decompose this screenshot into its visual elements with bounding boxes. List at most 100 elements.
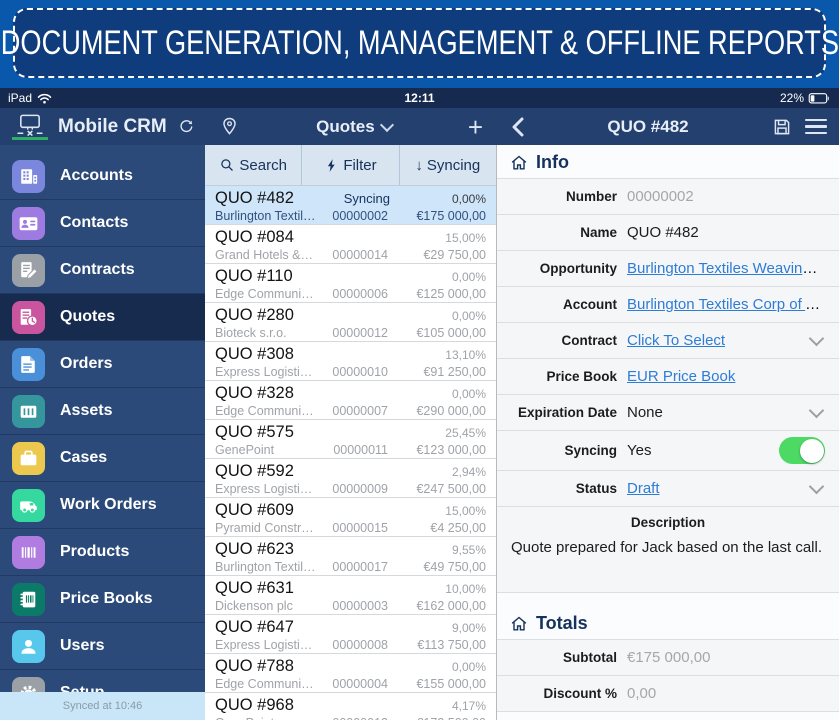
sidebar-item-label: Cases <box>60 449 108 466</box>
sidebar-item-users[interactable]: Users <box>0 623 205 670</box>
promo-banner-title: DOCUMENT GENERATION, MANAGEMENT & OFFLIN… <box>0 23 839 62</box>
field-description[interactable]: Description Quote prepared for Jack base… <box>497 507 839 593</box>
quote-row[interactable]: QUO #3280,00% Edge Communications0000000… <box>205 381 496 420</box>
location-pin-icon[interactable] <box>219 115 240 138</box>
field-discount[interactable]: Discount % 0,00 <box>497 676 839 712</box>
menu-icon[interactable] <box>805 118 827 135</box>
search-icon <box>221 159 234 171</box>
sidebar-item-label: Contracts <box>60 261 135 278</box>
quotes-list-panel: Search Filter ↓ Syncing QUO #482 Syncing 0… <box>205 145 497 720</box>
totals-heading: Totals <box>536 613 588 633</box>
main-area: Accounts Contacts Contracts Quotes Order… <box>0 145 839 720</box>
field-account: Account Burlington Textiles Corp of Amer… <box>497 287 839 323</box>
sidebar-item-orders[interactable]: Orders <box>0 341 205 388</box>
sidebar-item-label: Quotes <box>60 308 116 325</box>
battery-icon <box>808 92 829 103</box>
quote-row[interactable]: QUO #5922,94% Express Logistics and Tran… <box>205 459 496 498</box>
sidebar: Accounts Contacts Contracts Quotes Order… <box>0 145 205 720</box>
quote-row[interactable]: QUO #280 0,00% Bioteck s.r.o. 00000012 €105… <box>205 303 496 342</box>
syncing-sort-button[interactable]: ↓ Syncing <box>400 145 496 185</box>
syncing-badge: Syncing <box>343 191 390 206</box>
chevron-down-icon <box>379 117 394 132</box>
contracts-icon <box>12 253 45 287</box>
module-switcher[interactable]: Quotes <box>240 117 468 137</box>
home-icon <box>511 616 527 631</box>
contract-link[interactable]: Click To Select <box>627 332 725 349</box>
nav-detail-section: QUO #482 <box>497 108 839 145</box>
filter-button[interactable]: Filter <box>302 145 400 185</box>
assets-icon <box>12 394 45 428</box>
status-link[interactable]: Draft <box>627 480 660 497</box>
back-icon[interactable] <box>509 115 525 139</box>
opportunity-link[interactable]: Burlington Textiles Weaving Plant… <box>627 260 825 277</box>
battery-percent: 22% <box>779 91 804 105</box>
quote-row[interactable]: QUO #30813,10% Express Logistics and Tra… <box>205 342 496 381</box>
quote-row[interactable]: QUO #60915,00% Pyramid Construction Inc.… <box>205 498 496 537</box>
sidebar-item-contracts[interactable]: Contracts <box>0 247 205 294</box>
save-icon[interactable] <box>771 116 793 138</box>
accounts-icon <box>12 159 45 193</box>
nav-bar: Mobile CRM Quotes + QUO #482 <box>0 108 839 145</box>
sidebar-item-price-books[interactable]: Price Books <box>0 576 205 623</box>
lightning-icon <box>328 158 335 172</box>
sidebar-item-work-orders[interactable]: Work Orders <box>0 482 205 529</box>
sidebar-item-products[interactable]: Products <box>0 529 205 576</box>
users-icon <box>12 629 45 663</box>
sidebar-item-accounts[interactable]: Accounts <box>0 153 205 200</box>
sidebar-item-quotes[interactable]: Quotes <box>0 294 205 341</box>
quote-row[interactable]: QUO #08415,00% Grand Hotels & Resorts Lt… <box>205 225 496 264</box>
nav-list-section: Quotes + <box>205 108 497 145</box>
quote-detail-panel: Info Number 00000002 Name QUO #482 Oppor… <box>497 145 839 720</box>
field-syncing: Syncing Yes <box>497 431 839 471</box>
field-subtotal: Subtotal €175 000,00 <box>497 640 839 676</box>
syncing-toggle[interactable] <box>779 437 825 464</box>
sync-status-text: Synced at 10:46 <box>62 700 143 712</box>
cases-icon <box>12 441 45 475</box>
refresh-icon[interactable] <box>177 116 195 138</box>
sidebar-item-label: Assets <box>60 402 113 419</box>
quote-row[interactable]: QUO #9684,17% GenePoint00000013€173 500,… <box>205 693 496 720</box>
orders-icon <box>12 347 45 381</box>
quote-row[interactable]: QUO #575 25,45% GenePoint 00000011 €123 000… <box>205 420 496 459</box>
add-quote-button[interactable]: + <box>468 114 483 140</box>
field-name[interactable]: Name QUO #482 <box>497 215 839 251</box>
info-section-header: Info <box>497 145 839 178</box>
online-indicator <box>12 136 48 140</box>
list-toolbar: Search Filter ↓ Syncing <box>205 145 496 186</box>
search-button[interactable]: Search <box>205 145 303 185</box>
sidebar-item-contacts[interactable]: Contacts <box>0 200 205 247</box>
carrier-label: iPad <box>8 91 33 105</box>
sidebar-item-label: Accounts <box>60 167 133 184</box>
info-heading: Info <box>536 152 569 172</box>
quotes-list: QUO #482 Syncing 0,00% Burlington Textiles… <box>205 186 496 720</box>
chevron-down-icon <box>808 478 825 495</box>
nav-left-section: Mobile CRM <box>0 108 205 145</box>
field-contract[interactable]: Contract Click To Select <box>497 323 839 359</box>
sidebar-item-label: Work Orders <box>60 496 157 513</box>
products-icon <box>12 535 45 569</box>
wifi-icon <box>37 93 52 103</box>
app-title: Mobile CRM <box>58 115 167 137</box>
quote-row[interactable]: QUO #6239,55% Burlington Textiles Corp o… <box>205 537 496 576</box>
price-books-icon <box>12 582 45 616</box>
sidebar-item-label: Users <box>60 637 105 654</box>
chevron-down-icon <box>808 402 825 419</box>
field-expiration-date[interactable]: Expiration Date None <box>497 395 839 431</box>
field-status[interactable]: Status Draft <box>497 471 839 507</box>
quote-row[interactable]: QUO #6479,00% Express Logistics and Tran… <box>205 615 496 654</box>
sidebar-item-assets[interactable]: Assets <box>0 388 205 435</box>
totals-section-header: Totals <box>497 606 839 639</box>
account-link[interactable]: Burlington Textiles Corp of America <box>627 296 825 313</box>
quote-row[interactable]: QUO #1100,00% Edge Communications0000000… <box>205 264 496 303</box>
field-number: Number 00000002 <box>497 179 839 215</box>
sidebar-item-cases[interactable]: Cases <box>0 435 205 482</box>
quote-row[interactable]: QUO #482 Syncing 0,00% Burlington Textiles… <box>205 186 496 225</box>
price-book-link[interactable]: EUR Price Book <box>627 368 735 385</box>
clock: 12:11 <box>404 91 435 105</box>
module-title: Quotes <box>316 116 375 136</box>
sidebar-item-label: Price Books <box>60 590 153 607</box>
quote-row[interactable]: QUO #7880,00% Edge Communications0000000… <box>205 654 496 693</box>
sidebar-item-label: Contacts <box>60 214 129 231</box>
quote-row[interactable]: QUO #631 10,00% Dickenson plc 00000003 €162… <box>205 576 496 615</box>
offline-display-icon[interactable] <box>12 114 48 140</box>
